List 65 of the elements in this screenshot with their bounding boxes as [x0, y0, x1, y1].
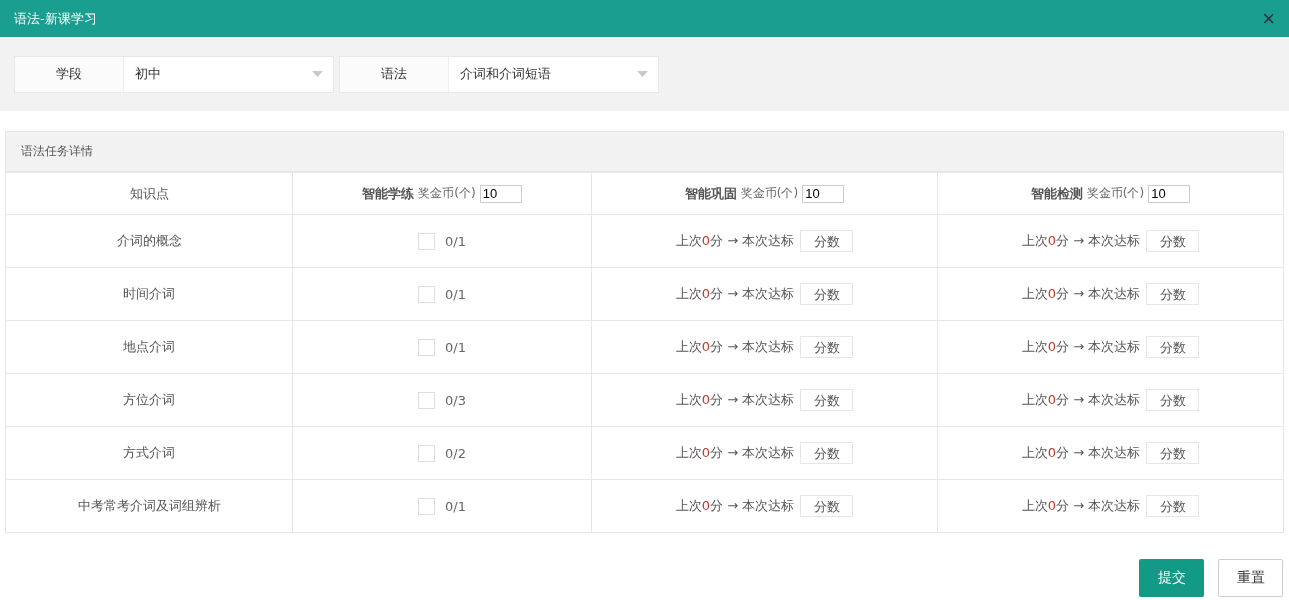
topic-cell: 地点介词 [5, 320, 293, 374]
submit-button[interactable]: 提交 [1139, 559, 1204, 597]
checkbox[interactable] [418, 339, 436, 356]
close-button[interactable]: × [1258, 7, 1279, 30]
reward-input[interactable]: 10 [802, 184, 845, 203]
score-text: 上次0分 → 本次达标 [675, 391, 795, 409]
score-text: 上次0分 → 本次达标 [1021, 338, 1141, 356]
score-text: 上次0分 → 本次达标 [675, 444, 795, 462]
score-input[interactable]: 分数 [1146, 495, 1200, 517]
checkbox[interactable] [418, 498, 436, 515]
score-text: 上次0分 → 本次达标 [1021, 232, 1141, 250]
topic-cell: 方位介词 [5, 373, 293, 427]
score-input[interactable]: 分数 [1146, 230, 1200, 252]
reward-label: 奖金币(个) [418, 185, 476, 202]
reward-label: 奖金币(个) [1086, 185, 1145, 202]
caret-icon [637, 71, 648, 77]
score-input[interactable]: 分数 [800, 495, 854, 517]
progress-text: 0/1 [445, 234, 466, 249]
checkbox[interactable] [418, 392, 436, 409]
progress-text: 0/1 [445, 340, 466, 355]
section-title: 语法任务详情 [21, 143, 93, 160]
checkbox[interactable] [418, 445, 436, 462]
window-title: 语法-新课学习 [14, 9, 97, 28]
topic-cell: 中考常考介词及词组辨析 [5, 479, 293, 533]
topic-cell: 时间介词 [5, 267, 293, 321]
score-text: 上次0分 → 本次达标 [675, 285, 795, 303]
score-input[interactable]: 分数 [800, 336, 854, 358]
score-text: 上次0分 → 本次达标 [1021, 444, 1141, 462]
checkbox[interactable] [418, 233, 436, 250]
column-header: 知识点 [5, 172, 293, 215]
reward-label: 奖金币(个) [740, 185, 799, 202]
progress-text: 0/2 [445, 446, 466, 461]
score-input[interactable]: 分数 [1146, 442, 1200, 464]
filter-select[interactable]: 学段 初中 [14, 55, 334, 93]
filter-select[interactable]: 语法 介词和介词短语 [339, 55, 659, 93]
progress-text: 0/1 [445, 287, 466, 302]
progress-text: 0/1 [445, 499, 466, 514]
topic-cell: 方式介词 [5, 426, 293, 480]
score-text: 上次0分 → 本次达标 [675, 232, 795, 250]
column-title: 智能检测 [1030, 184, 1083, 203]
column-title: 智能巩固 [684, 184, 737, 203]
reward-input[interactable]: 10 [479, 184, 522, 203]
score-input[interactable]: 分数 [800, 230, 854, 252]
filter-label: 学段 [15, 56, 124, 92]
progress-text: 0/3 [445, 393, 466, 408]
score-input[interactable]: 分数 [1146, 336, 1200, 358]
reset-button[interactable]: 重置 [1218, 559, 1283, 597]
score-text: 上次0分 → 本次达标 [675, 497, 795, 515]
score-input[interactable]: 分数 [800, 389, 854, 411]
reward-input[interactable]: 10 [1148, 184, 1191, 203]
score-input[interactable]: 分数 [1146, 389, 1200, 411]
column-title: 智能学练 [362, 184, 415, 203]
filter-label: 语法 [340, 56, 449, 92]
score-text: 上次0分 → 本次达标 [1021, 497, 1141, 515]
score-input[interactable]: 分数 [800, 283, 854, 305]
score-input[interactable]: 分数 [1146, 283, 1200, 305]
select-value: 介词和介词短语 [459, 65, 552, 83]
caret-icon [312, 71, 323, 77]
score-text: 上次0分 → 本次达标 [1021, 285, 1141, 303]
topic-cell: 介词的概念 [5, 214, 293, 268]
score-text: 上次0分 → 本次达标 [1021, 391, 1141, 409]
select-value: 初中 [134, 65, 162, 83]
checkbox[interactable] [418, 286, 436, 303]
score-input[interactable]: 分数 [800, 442, 854, 464]
score-text: 上次0分 → 本次达标 [675, 338, 795, 356]
